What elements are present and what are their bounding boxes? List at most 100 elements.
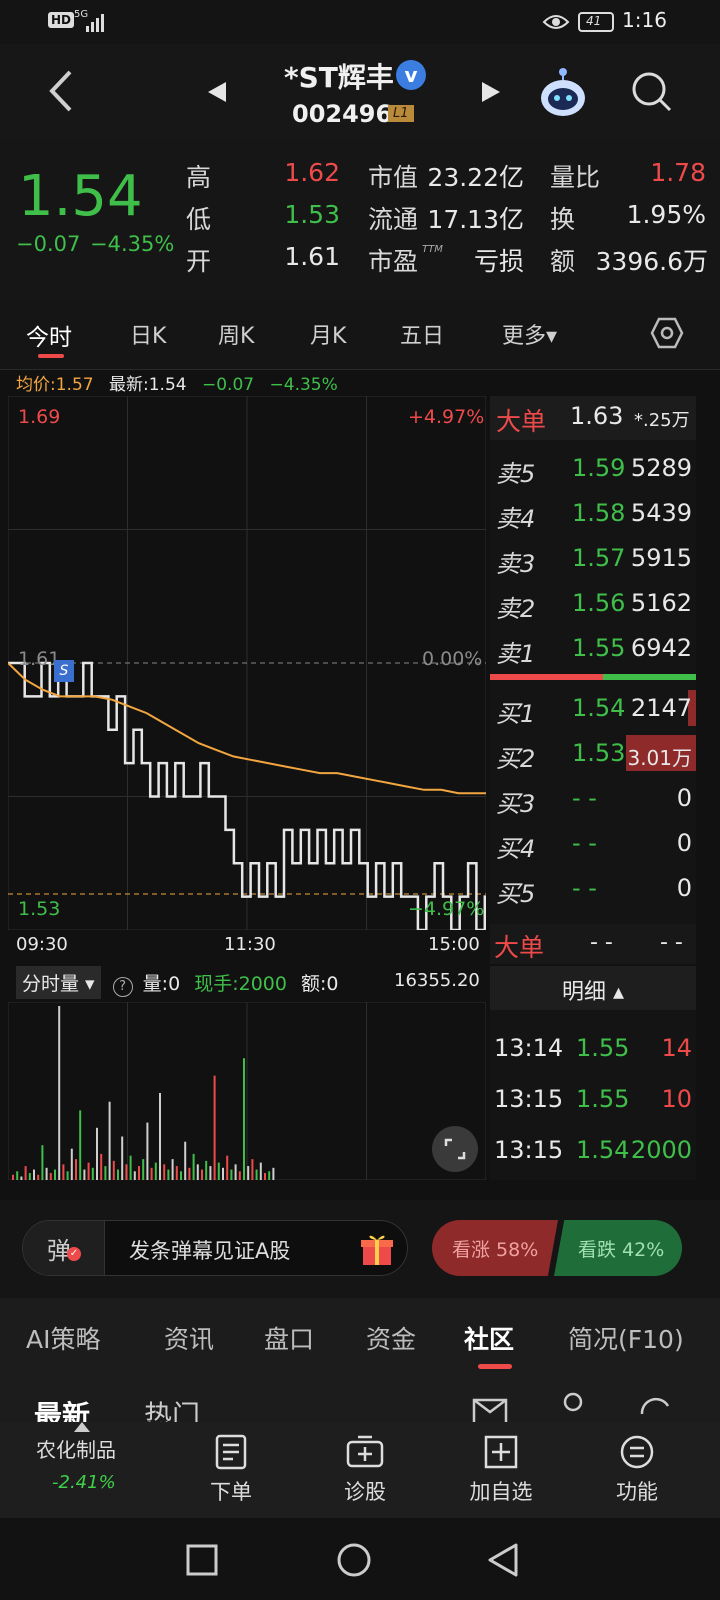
prev-stock-icon[interactable] (206, 80, 228, 104)
big-buy-price: - - (590, 930, 613, 955)
tab-weekly-k[interactable]: 周K (218, 318, 254, 350)
volume-bar (91, 1167, 94, 1180)
tab-intraday[interactable]: 今时 (26, 318, 72, 352)
danmu-check-icon: ✓ (67, 1247, 81, 1261)
tab-monthly-k[interactable]: 月K (310, 318, 346, 350)
volume-bar (188, 1167, 191, 1180)
stock-name: *ST辉丰 (284, 61, 394, 94)
watch-label: 加自选 (469, 1480, 533, 1504)
ask-row[interactable]: 卖3 1.57 5915 (490, 538, 696, 578)
user-icon[interactable] (558, 1392, 588, 1422)
next-stock-icon[interactable] (480, 80, 502, 104)
volume-bar (108, 1101, 111, 1180)
tab-news[interactable]: 资讯 (164, 1320, 214, 1356)
x-label-open: 09:30 (16, 934, 68, 955)
tick-row: 13:15 1.54 2000 (490, 1136, 696, 1176)
order-icon (215, 1434, 247, 1470)
volume-bar (70, 1148, 73, 1180)
price-change-pct: −4.35% (90, 232, 175, 256)
detail-label: 明细 ▴ (562, 980, 625, 1005)
home-icon[interactable] (336, 1542, 372, 1578)
bid-row[interactable]: 买4 - - 0 (490, 823, 696, 863)
order-button[interactable]: 下单 (186, 1434, 276, 1506)
volume-bar (272, 1167, 275, 1180)
volume-bar (150, 1167, 153, 1180)
tab-more[interactable]: 更多▾ (502, 318, 557, 350)
signal-s-marker[interactable]: S (54, 660, 74, 682)
volume-bar (20, 1176, 23, 1180)
open-label: 开 (186, 247, 212, 276)
volume-bar (184, 1141, 187, 1180)
bid-row[interactable]: 买3 - - 0 (490, 778, 696, 818)
volume-bar (75, 1159, 77, 1180)
ask-row[interactable]: 卖2 1.56 5162 (490, 583, 696, 623)
sector-button[interactable]: 农化制品 -2.41% (20, 1422, 146, 1518)
sector-name: 农化制品 (36, 1438, 116, 1462)
vol-now: 现手:2000 (194, 973, 287, 995)
bid-volume: 0 (676, 874, 692, 902)
tab-community[interactable]: 社区 (464, 1320, 514, 1356)
tab-five-day[interactable]: 五日 (400, 318, 444, 350)
detail-header[interactable]: 明细 ▴ (490, 966, 696, 1010)
bid-row[interactable]: 买2 1.53 3.01万 (490, 733, 696, 773)
bullish-button[interactable]: 看涨 58% (432, 1220, 558, 1276)
back-arrow-icon[interactable] (46, 68, 76, 114)
ai-assistant-icon[interactable] (536, 66, 590, 118)
tab-f10[interactable]: 简况(F10) (568, 1320, 684, 1356)
subtab-hot[interactable]: 热门 (144, 1394, 200, 1422)
tab-funds[interactable]: 资金 (366, 1320, 416, 1356)
chart-settings-icon[interactable] (650, 316, 684, 350)
volume-bar (33, 1169, 35, 1180)
bid-row[interactable]: 买1 1.54 2147 (490, 688, 696, 728)
bid-row[interactable]: 买5 - - 0 (490, 868, 696, 908)
bearish-button[interactable]: 看跌 42% (554, 1220, 682, 1276)
func-label: 功能 (616, 1480, 658, 1504)
volume-bar (247, 1166, 250, 1180)
back-nav-icon[interactable] (486, 1542, 520, 1578)
volume-bar (255, 1169, 258, 1180)
refresh-icon[interactable] (636, 1392, 674, 1422)
fullscreen-button[interactable] (432, 1126, 478, 1172)
tab-orderbook[interactable]: 盘口 (264, 1320, 314, 1356)
order-book: 大单 1.63 *.25万 卖5 1.59 5289 卖4 1.58 5439 … (490, 396, 696, 964)
search-icon[interactable] (630, 70, 674, 114)
diagnose-label: 诊股 (344, 1480, 386, 1504)
function-button[interactable]: 功能 (592, 1434, 682, 1506)
help-icon[interactable]: ? (112, 977, 133, 997)
volume-type-dropdown[interactable]: 分时量 ▾ (16, 966, 101, 999)
latest-label: 最新: (109, 375, 149, 395)
ask-row[interactable]: 卖4 1.58 5439 (490, 493, 696, 533)
tab-ai-strategy[interactable]: AI策略 (26, 1320, 100, 1356)
bullish-label: 看涨 58% (452, 1239, 539, 1261)
subtab-latest[interactable]: 最新 (34, 1394, 90, 1422)
high-value: 1.62 (284, 158, 340, 187)
tab-active-indicator (38, 354, 64, 358)
recent-apps-icon[interactable] (186, 1544, 218, 1576)
intraday-price-chart[interactable] (8, 396, 486, 930)
gift-icon[interactable] (359, 1231, 395, 1267)
volume-bar (138, 1166, 140, 1180)
ask-row[interactable]: 卖5 1.59 5289 (490, 448, 696, 488)
volume-bar (121, 1136, 124, 1180)
volume-bar (117, 1169, 119, 1180)
ask-volume: 5289 (630, 454, 692, 482)
big-buy-row: 大单 - - - - (490, 924, 696, 964)
tab-daily-k[interactable]: 日K (130, 318, 166, 350)
x-label-noon: 11:30 (224, 934, 276, 955)
mail-icon[interactable] (472, 1396, 508, 1422)
diagnose-button[interactable]: 诊股 (320, 1434, 410, 1506)
system-nav-bar (0, 1518, 720, 1600)
ask-row[interactable]: 卖1 1.55 6942 (490, 628, 696, 668)
volume-chart[interactable] (8, 1002, 486, 1180)
volume-bar (213, 1075, 216, 1180)
volume-bar (58, 1006, 61, 1180)
bid-ask-ratio-bar (490, 674, 696, 680)
bid-level-label: 买4 (496, 835, 536, 863)
chart-change-pct: −4.35% (269, 375, 338, 395)
add-watchlist-button[interactable]: 加自选 (456, 1434, 546, 1506)
low-label: 低 (186, 205, 212, 234)
big-sell-label: 大单 (496, 407, 547, 436)
danmu-input[interactable]: 弹 ✓ 发条弹幕见证A股 (22, 1220, 408, 1276)
volume-bar (175, 1166, 178, 1180)
bottom-toolbar: 农化制品 -2.41% 下单 诊股 加自选 功能 (0, 1422, 720, 1518)
